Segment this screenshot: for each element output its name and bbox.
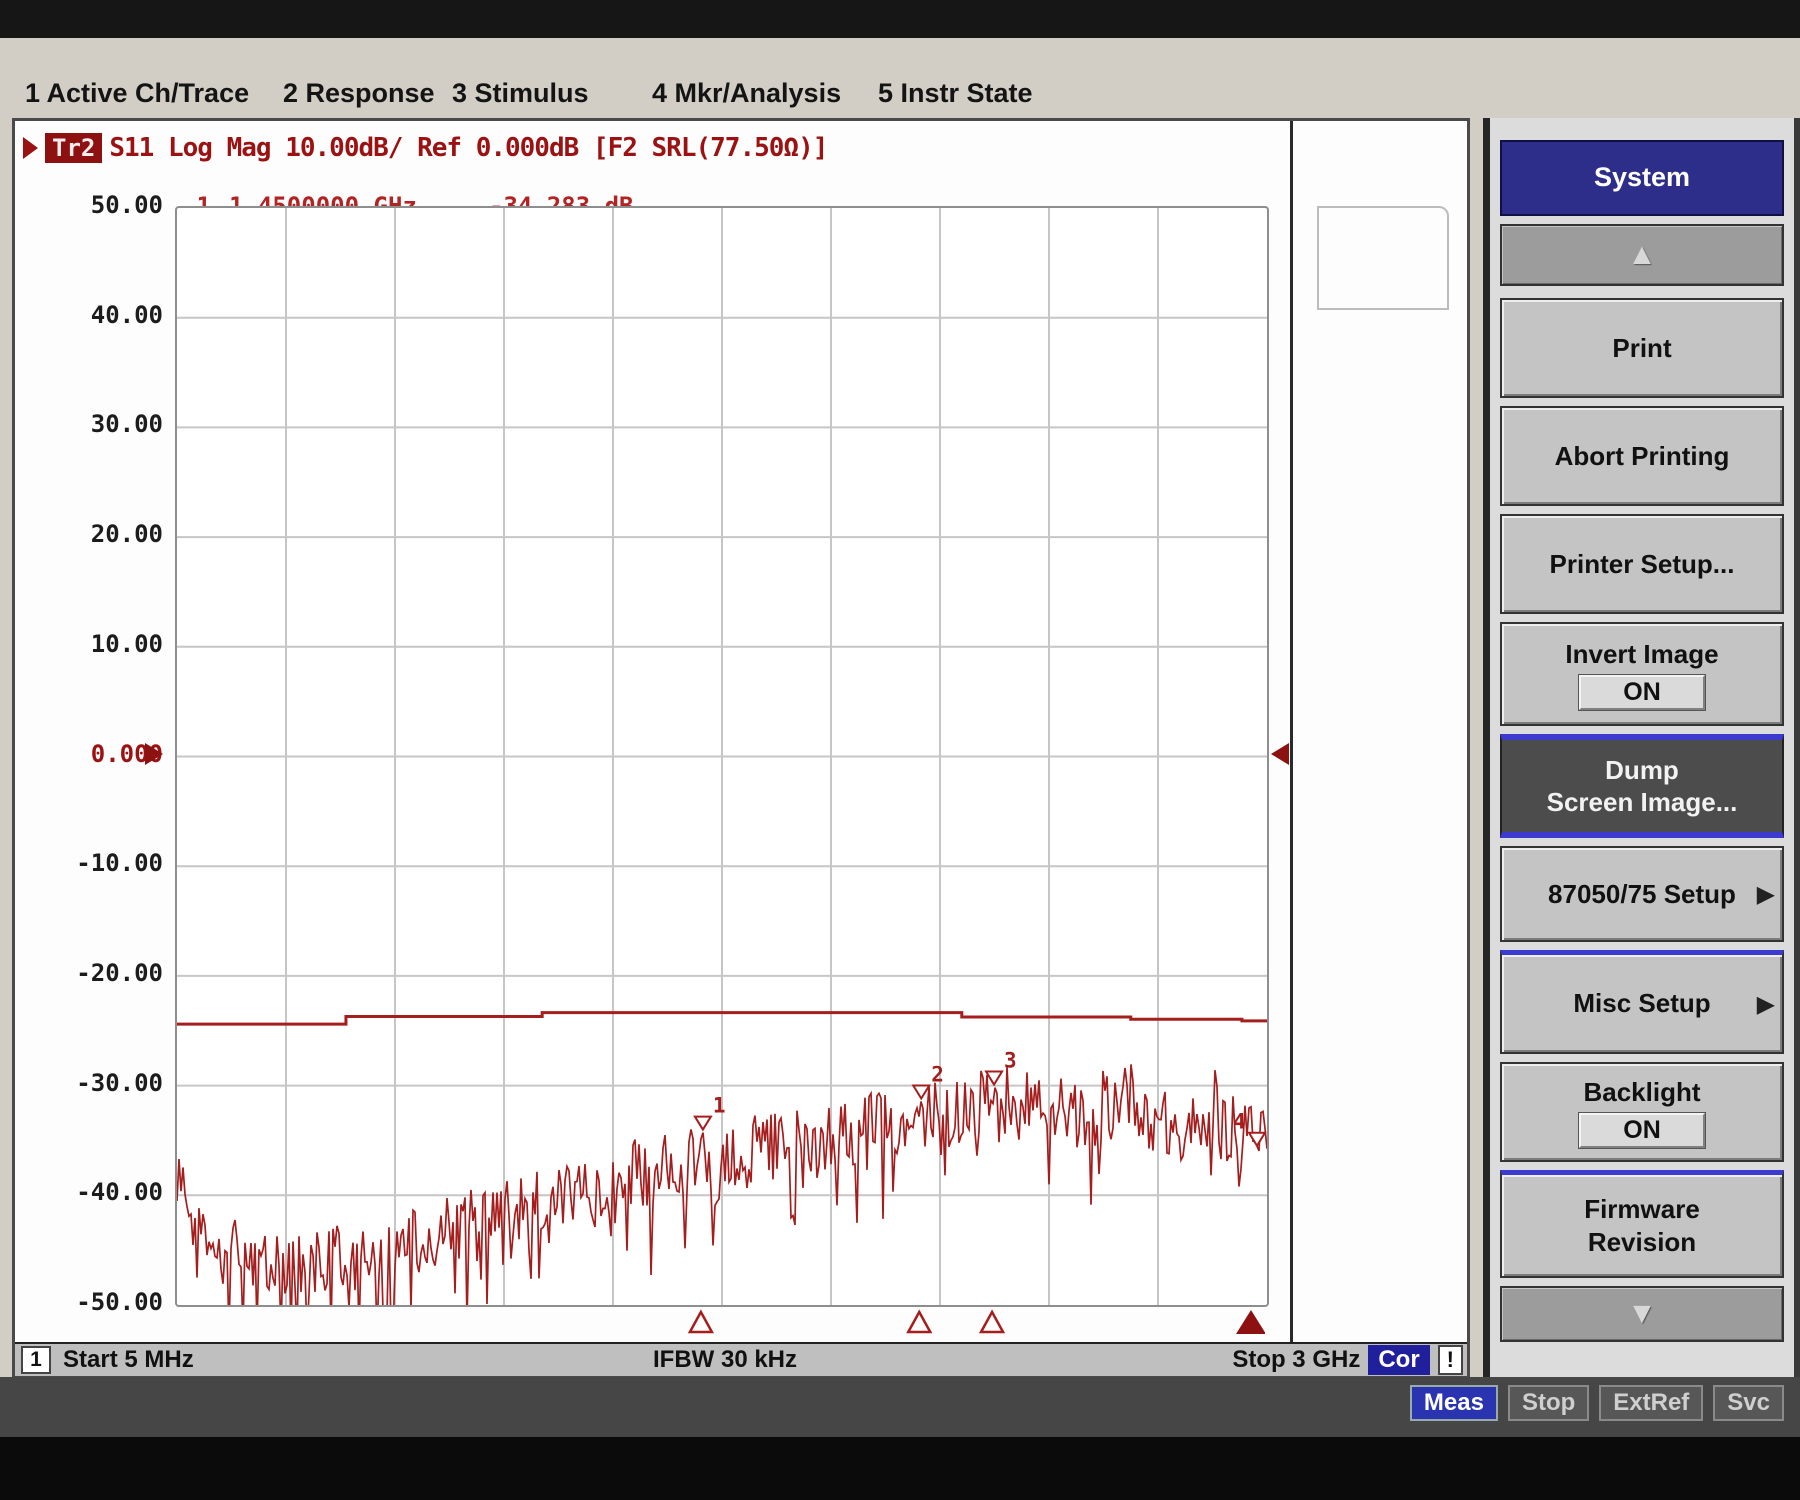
y-axis-tick: 30.00 [91,410,163,438]
svg-text:3: 3 [1004,1049,1017,1073]
trace-plot: 1 2 3 4 [177,208,1267,1305]
stimulus-status-bar: 1 Start 5 MHz IFBW 30 kHz Stop 3 GHz Cor… [15,1342,1467,1376]
plot-area: 1 2 3 4 [175,206,1269,1307]
top-border-band [0,0,1800,38]
misc-setup-label: Misc Setup [1573,987,1710,1020]
trace-badge: Tr2 [45,133,102,163]
instrument-status-band: Meas Stop ExtRef Svc [0,1377,1800,1437]
active-trace-arrow-icon [23,137,38,159]
test-set-setup-label: 87050/75 Setup [1548,878,1736,911]
vna-screen-capture: 1 Active Ch/Trace 2 Response 3 Stimulus … [0,0,1800,1500]
softkey-scroll-down-button[interactable]: ▼ [1500,1286,1784,1342]
abort-printing-button[interactable]: Abort Printing [1500,406,1784,506]
y-axis-tick: -10.00 [76,849,163,877]
alert-indicator: ! [1438,1345,1463,1375]
dump-label-line2: Screen Image... [1547,786,1738,819]
ref-level-arrow-right-icon [1271,743,1289,765]
empty-softkey-label-box [1317,206,1449,310]
ref-level-arrow-left-icon [145,743,163,765]
menu-active-ch-trace[interactable]: 1 Active Ch/Trace [25,78,249,109]
stop-frequency-label: Stop 3 GHz [1232,1346,1360,1374]
menu-mkr-analysis[interactable]: 4 Mkr/Analysis [652,78,841,109]
correction-status-badge: Cor [1368,1345,1429,1375]
trace-title-text: S11 Log Mag 10.00dB/ Ref 0.000dB [F2 SRL… [109,133,827,163]
menu-instr-state[interactable]: 5 Instr State [878,78,1033,109]
y-axis-tick: 40.00 [91,301,163,329]
y-axis-tick: -40.00 [76,1178,163,1206]
menu-bar: 1 Active Ch/Trace 2 Response 3 Stimulus … [0,38,1800,118]
instrument-display: Tr2 S11 Log Mag 10.00dB/ Ref 0.000dB [F2… [12,118,1470,1377]
submenu-arrow-icon: ▶ [1757,880,1774,908]
trace-title: Tr2 S11 Log Mag 10.00dB/ Ref 0.000dB [F2… [23,133,827,163]
invert-image-toggle[interactable]: Invert Image ON [1500,622,1784,726]
y-axis-tick: -50.00 [76,1288,163,1316]
start-frequency-label: Start 5 MHz [63,1346,194,1374]
firmware-label-line2: Revision [1588,1226,1696,1259]
y-axis-tick: -30.00 [76,1069,163,1097]
backlight-state: ON [1579,1113,1705,1148]
extref-badge: ExtRef [1599,1385,1703,1421]
softkey-menu-title-system[interactable]: System [1500,140,1784,216]
y-axis-tick: 10.00 [91,630,163,658]
svg-text:1: 1 [713,1094,726,1118]
down-arrow-icon: ▼ [1627,1295,1657,1333]
invert-image-label: Invert Image [1565,638,1718,671]
svg-text:2: 2 [931,1063,944,1087]
firmware-revision-button[interactable]: Firmware Revision [1500,1170,1784,1278]
menu-response[interactable]: 2 Response [283,78,435,109]
svg-text:4: 4 [1233,1110,1246,1134]
up-arrow-icon: ▲ [1627,236,1657,274]
y-axis-tick: -20.00 [76,959,163,987]
print-button[interactable]: Print [1500,298,1784,398]
backlight-toggle[interactable]: Backlight ON [1500,1062,1784,1162]
menu-stimulus[interactable]: 3 Stimulus [452,78,589,109]
softkey-menu: System ▲ Print Abort Printing Printer Se… [1483,118,1800,1377]
meas-status-badge: Meas [1410,1385,1498,1421]
dump-label-line1: Dump [1605,754,1679,787]
firmware-label-line1: Firmware [1584,1193,1700,1226]
channel-number-box: 1 [21,1346,51,1374]
backlight-label: Backlight [1583,1076,1700,1109]
dump-screen-image-button[interactable]: Dump Screen Image... [1500,734,1784,838]
bottom-border-band [0,1437,1800,1500]
softkey-scroll-up-button[interactable]: ▲ [1500,224,1784,286]
test-set-setup-button[interactable]: 87050/75 Setup ▶ [1500,846,1784,942]
misc-setup-button[interactable]: Misc Setup ▶ [1500,950,1784,1054]
submenu-arrow-icon: ▶ [1757,990,1774,1018]
invert-image-state: ON [1579,675,1705,710]
svc-badge: Svc [1713,1385,1784,1421]
ifbw-label: IFBW 30 kHz [575,1346,875,1374]
marker-axis-strip [175,1307,1265,1337]
sweep-stop-badge: Stop [1508,1385,1589,1421]
softkey-column-divider [1290,121,1293,1342]
marker-axis-triangles [175,1307,1265,1337]
y-axis-tick: 50.00 [91,191,163,219]
printer-setup-button[interactable]: Printer Setup... [1500,514,1784,614]
y-axis-tick: 20.00 [91,520,163,548]
